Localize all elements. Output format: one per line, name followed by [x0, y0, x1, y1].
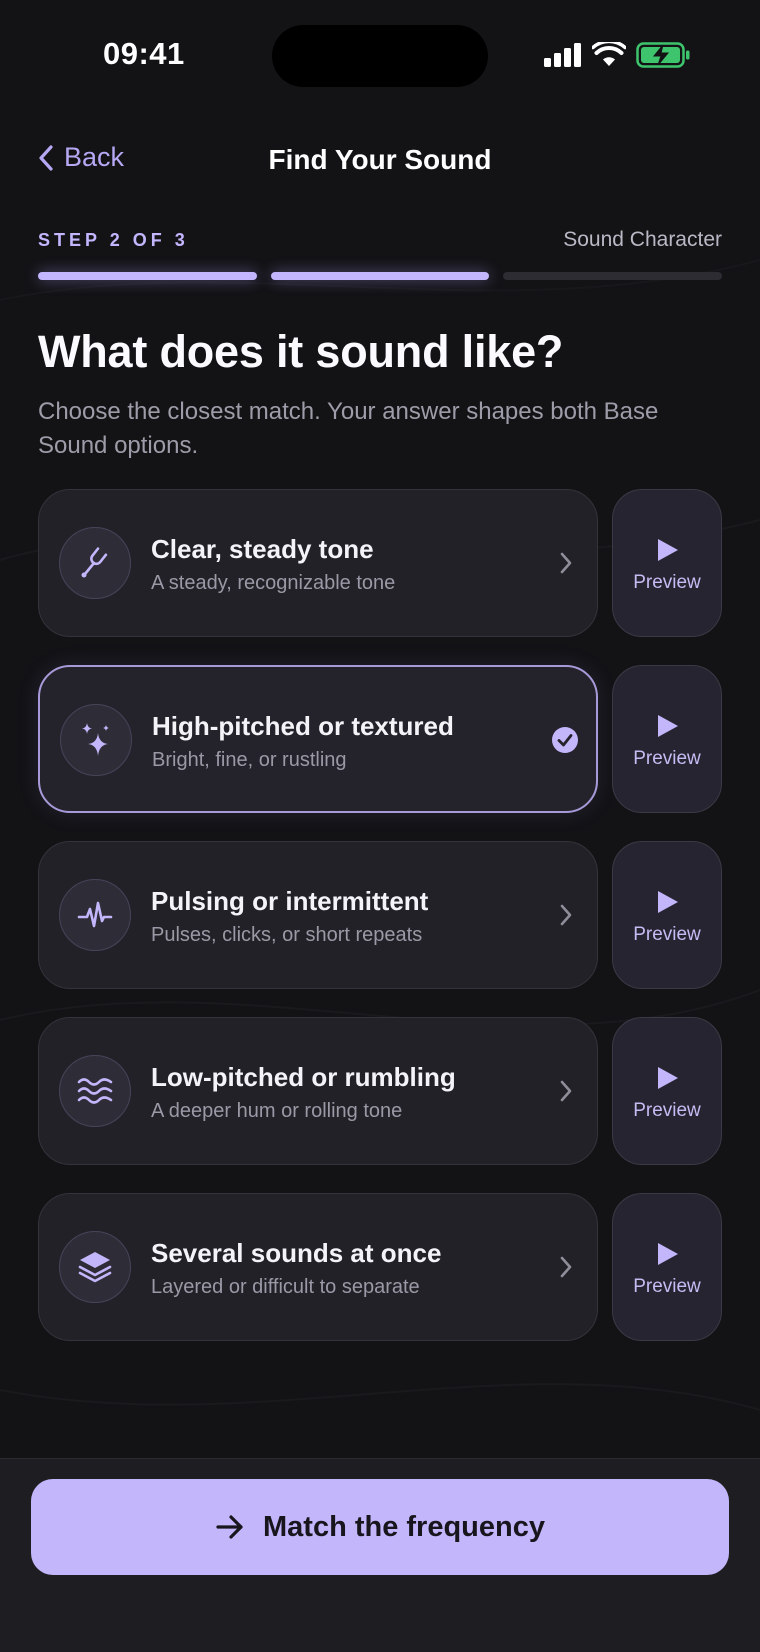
preview-label: Preview — [633, 924, 701, 945]
question-heading: What does it sound like? — [38, 326, 564, 377]
arrow-right-icon — [216, 1515, 243, 1539]
option-title: Low-pitched or rumbling — [151, 1062, 456, 1092]
play-icon — [658, 1243, 678, 1265]
status-time: 09:41 — [103, 36, 185, 71]
preview-button[interactable]: Preview — [612, 665, 722, 813]
pulse-wave-icon — [59, 879, 131, 951]
wifi-icon — [592, 42, 626, 66]
play-icon — [658, 539, 678, 561]
layers-icon — [59, 1231, 131, 1303]
preview-label: Preview — [633, 572, 701, 593]
dynamic-island — [272, 25, 488, 87]
progress-segment-2 — [270, 272, 490, 280]
match-frequency-label: Match the frequency — [263, 1510, 545, 1543]
option-row: Low-pitched or rumbling A deeper hum or … — [38, 1017, 722, 1165]
chevron-right-icon — [553, 550, 579, 576]
preview-button[interactable]: Preview — [612, 1017, 722, 1165]
option-row: Clear, steady tone A steady, recognizabl… — [38, 489, 722, 637]
bottom-action-bar: Match the frequency — [0, 1458, 760, 1652]
battery-charging-icon — [636, 42, 690, 68]
play-icon — [658, 715, 678, 737]
preview-button[interactable]: Preview — [612, 1193, 722, 1341]
step-label: STEP 2 OF 3 — [38, 230, 189, 250]
option-card-low-pitched-or-rumbling[interactable]: Low-pitched or rumbling A deeper hum or … — [38, 1017, 598, 1165]
preview-label: Preview — [633, 1100, 701, 1121]
preview-label: Preview — [633, 748, 701, 769]
option-card-clear-steady-tone[interactable]: Clear, steady tone A steady, recognizabl… — [38, 489, 598, 637]
preview-button[interactable]: Preview — [612, 489, 722, 637]
option-description: A steady, recognizable tone — [151, 572, 396, 594]
progress-segment-1 — [38, 272, 257, 280]
chevron-right-icon — [553, 1254, 579, 1280]
option-card-high-pitched-or-textured[interactable]: High-pitched or textured Bright, fine, o… — [38, 665, 598, 813]
match-frequency-button[interactable]: Match the frequency — [31, 1479, 729, 1575]
option-title: Pulsing or intermittent — [151, 886, 429, 916]
option-title: Clear, steady tone — [151, 534, 374, 564]
navigation-bar: Back Find Your Sound — [0, 130, 760, 190]
option-row: Pulsing or intermittent Pulses, clicks, … — [38, 841, 722, 989]
chevron-right-icon — [553, 1078, 579, 1104]
preview-label: Preview — [633, 1276, 701, 1297]
play-icon — [658, 891, 678, 913]
play-icon — [658, 1067, 678, 1089]
checkmark-circle-icon — [552, 727, 578, 753]
option-description: Bright, fine, or rustling — [152, 749, 347, 771]
status-bar: 09:41 — [0, 0, 760, 110]
option-row: Several sounds at once Layered or diffic… — [38, 1193, 722, 1341]
preview-button[interactable]: Preview — [612, 841, 722, 989]
status-icons — [544, 42, 690, 68]
waves-icon — [59, 1055, 131, 1127]
option-row: High-pitched or textured Bright, fine, o… — [38, 665, 722, 813]
question-subtext: Choose the closest match. Your answer sh… — [38, 398, 659, 459]
chevron-right-icon — [553, 902, 579, 928]
option-card-pulsing-or-intermittent[interactable]: Pulsing or intermittent Pulses, clicks, … — [38, 841, 598, 989]
option-description: Pulses, clicks, or short repeats — [151, 924, 423, 946]
sparkles-icon — [60, 704, 132, 776]
tuning-fork-icon — [59, 527, 131, 599]
option-description: A deeper hum or rolling tone — [151, 1100, 403, 1122]
option-title: High-pitched or textured — [152, 711, 454, 741]
page-title: Find Your Sound — [268, 144, 492, 175]
progress-segment-3 — [503, 272, 723, 280]
option-card-several-sounds-at-once[interactable]: Several sounds at once Layered or diffic… — [38, 1193, 598, 1341]
step-progress-bar — [38, 272, 723, 280]
cellular-signal-icon — [544, 43, 581, 67]
option-title: Several sounds at once — [151, 1238, 442, 1268]
option-description: Layered or difficult to separate — [151, 1276, 420, 1298]
step-name: Sound Character — [563, 228, 722, 251]
